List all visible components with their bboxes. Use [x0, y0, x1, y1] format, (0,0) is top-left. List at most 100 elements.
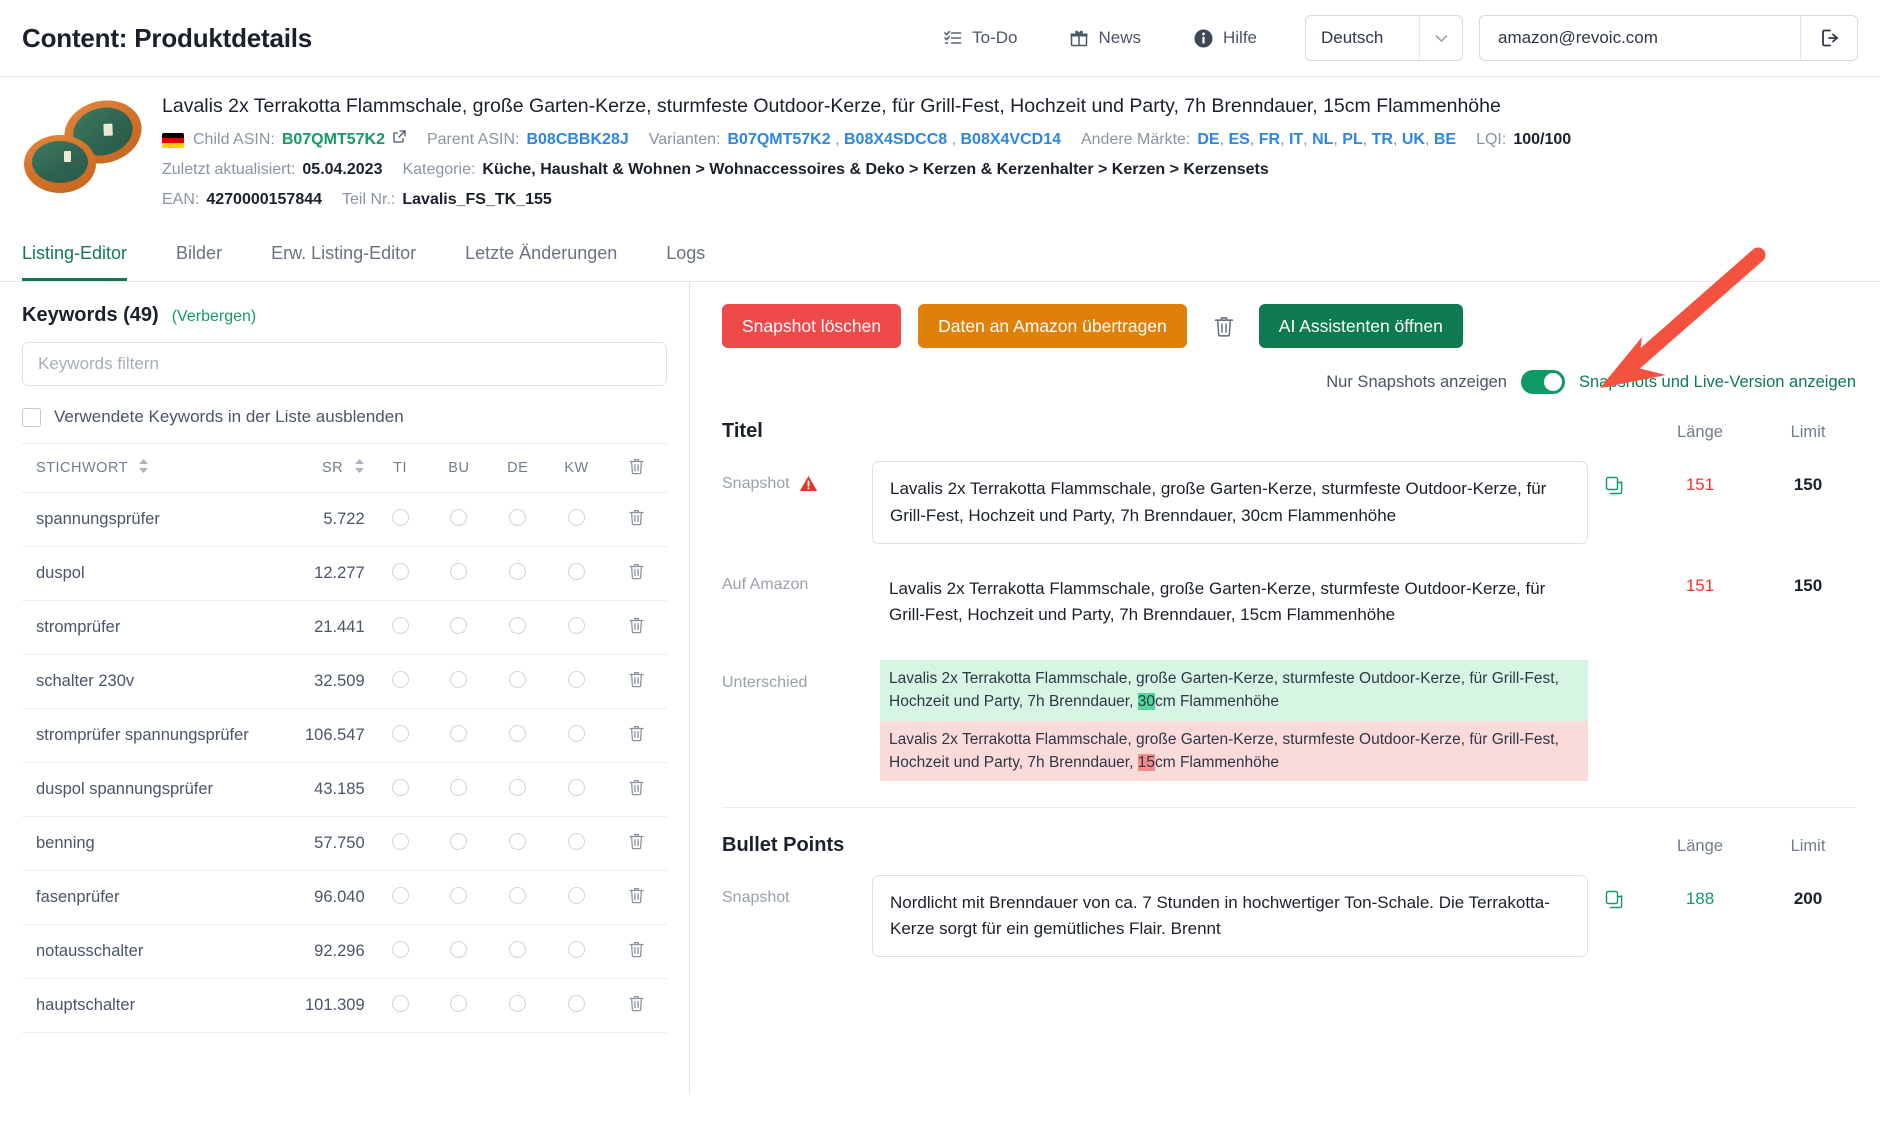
de-cell[interactable] — [488, 762, 548, 818]
child-asin-value[interactable]: B07QMT57K2 — [282, 127, 385, 153]
nav-item-todo[interactable]: To-Do — [917, 28, 1043, 48]
de-cell[interactable] — [488, 654, 548, 710]
transfer-to-amazon-button[interactable]: Daten an Amazon übertragen — [918, 304, 1187, 349]
external-link-icon[interactable] — [392, 127, 407, 153]
hide-used-keywords-checkbox[interactable] — [22, 407, 41, 427]
table-row[interactable]: fasenprüfer 96.040 — [22, 870, 667, 926]
ti-cell[interactable] — [370, 654, 430, 710]
ti-cell[interactable] — [370, 816, 430, 872]
bu-cell[interactable] — [429, 546, 489, 602]
col-header-stichwort[interactable]: STICHWORT — [22, 443, 251, 494]
ti-cell[interactable] — [370, 870, 430, 926]
table-row[interactable]: stromprüfer spannungsprüfer 106.547 — [22, 708, 667, 764]
kw-cell[interactable] — [547, 870, 606, 926]
kw-radio[interactable] — [568, 616, 586, 634]
ti-radio[interactable] — [391, 994, 409, 1012]
toggle-off-label[interactable]: Nur Snapshots anzeigen — [1326, 373, 1507, 392]
product-thumbnail[interactable] — [22, 92, 149, 199]
de-cell[interactable] — [488, 978, 548, 1034]
kw-cell[interactable] — [547, 978, 606, 1034]
table-row[interactable]: duspol 12.277 — [22, 546, 667, 602]
kw-radio[interactable] — [568, 994, 586, 1012]
kw-radio[interactable] — [568, 940, 586, 958]
nav-item-news[interactable]: News — [1043, 28, 1167, 48]
ti-radio[interactable] — [391, 832, 409, 850]
ti-cell[interactable] — [370, 708, 430, 764]
ti-radio[interactable] — [391, 724, 409, 742]
bu-radio[interactable] — [450, 778, 468, 796]
markt-uk[interactable]: UK — [1402, 127, 1425, 153]
variante-2[interactable]: B08X4VCD14 — [960, 127, 1061, 153]
kw-radio[interactable] — [568, 670, 586, 688]
trash-icon[interactable] — [628, 508, 645, 531]
kw-radio[interactable] — [568, 508, 586, 526]
tab-erw-listing-editor[interactable]: Erw. Listing-Editor — [271, 231, 416, 281]
col-header-delete[interactable] — [605, 443, 667, 494]
bu-radio[interactable] — [450, 724, 468, 742]
ti-cell[interactable] — [370, 600, 430, 656]
delete-cell[interactable] — [605, 600, 667, 656]
bu-radio[interactable] — [450, 940, 468, 958]
markt-pl[interactable]: PL — [1342, 127, 1362, 153]
de-radio[interactable] — [509, 994, 527, 1012]
ti-cell[interactable] — [370, 492, 430, 548]
hide-used-keywords-row[interactable]: Verwendete Keywords in der Liste ausblen… — [22, 407, 667, 427]
trash-icon[interactable] — [628, 670, 645, 693]
markt-de[interactable]: DE — [1197, 127, 1219, 153]
copy-icon[interactable] — [1588, 461, 1640, 543]
markt-es[interactable]: ES — [1229, 127, 1250, 153]
de-cell[interactable] — [488, 870, 548, 926]
bullet-snapshot-textarea[interactable]: Nordlicht mit Brenndauer von ca. 7 Stund… — [872, 875, 1588, 958]
trash-icon[interactable] — [1207, 313, 1241, 339]
de-radio[interactable] — [509, 832, 527, 850]
table-row[interactable]: notausschalter 92.296 — [22, 924, 667, 980]
markt-tr[interactable]: TR — [1372, 127, 1393, 153]
markt-be[interactable]: BE — [1434, 127, 1456, 153]
variante-1[interactable]: B08X4SDCC8 — [844, 127, 947, 153]
trash-icon[interactable] — [628, 778, 645, 801]
toggle-on-label[interactable]: Snapshots und Live-Version anzeigen — [1579, 373, 1856, 392]
trash-icon[interactable] — [628, 832, 645, 855]
trash-icon[interactable] — [628, 724, 645, 747]
kw-radio[interactable] — [568, 562, 586, 580]
col-header-sr[interactable]: SR — [250, 443, 371, 494]
ti-radio[interactable] — [391, 940, 409, 958]
ti-radio[interactable] — [391, 778, 409, 796]
de-radio[interactable] — [509, 940, 527, 958]
markt-fr[interactable]: FR — [1259, 127, 1280, 153]
keywords-filter-input[interactable] — [22, 342, 667, 387]
variante-0[interactable]: B07QMT57K2 — [727, 127, 830, 153]
bu-cell[interactable] — [429, 492, 489, 548]
bu-cell[interactable] — [429, 708, 489, 764]
de-radio[interactable] — [509, 616, 527, 634]
delete-cell[interactable] — [605, 492, 667, 548]
ti-cell[interactable] — [370, 546, 430, 602]
language-select[interactable]: Deutsch — [1305, 15, 1463, 61]
bu-cell[interactable] — [429, 600, 489, 656]
de-radio[interactable] — [509, 886, 527, 904]
bu-cell[interactable] — [429, 816, 489, 872]
bu-radio[interactable] — [450, 832, 468, 850]
bu-cell[interactable] — [429, 978, 489, 1034]
kw-cell[interactable] — [547, 816, 606, 872]
tab-listing-editor[interactable]: Listing-Editor — [22, 231, 128, 282]
delete-cell[interactable] — [605, 924, 667, 980]
table-row[interactable]: stromprüfer 21.441 — [22, 600, 667, 656]
de-cell[interactable] — [488, 816, 548, 872]
trash-icon[interactable] — [628, 940, 645, 963]
bu-radio[interactable] — [450, 562, 468, 580]
bu-radio[interactable] — [450, 508, 468, 526]
bu-cell[interactable] — [429, 762, 489, 818]
markt-it[interactable]: IT — [1289, 127, 1303, 153]
kw-cell[interactable] — [547, 924, 606, 980]
snapshot-view-toggle[interactable] — [1520, 370, 1565, 395]
kw-cell[interactable] — [547, 654, 606, 710]
trash-icon[interactable] — [628, 457, 645, 479]
de-radio[interactable] — [509, 508, 527, 526]
bu-radio[interactable] — [450, 994, 468, 1012]
trash-icon[interactable] — [628, 616, 645, 639]
delete-cell[interactable] — [605, 978, 667, 1034]
parent-asin-value[interactable]: B08CBBK28J — [526, 127, 628, 153]
kw-cell[interactable] — [547, 600, 606, 656]
keywords-hide-toggle[interactable]: (Verbergen) — [172, 308, 257, 326]
